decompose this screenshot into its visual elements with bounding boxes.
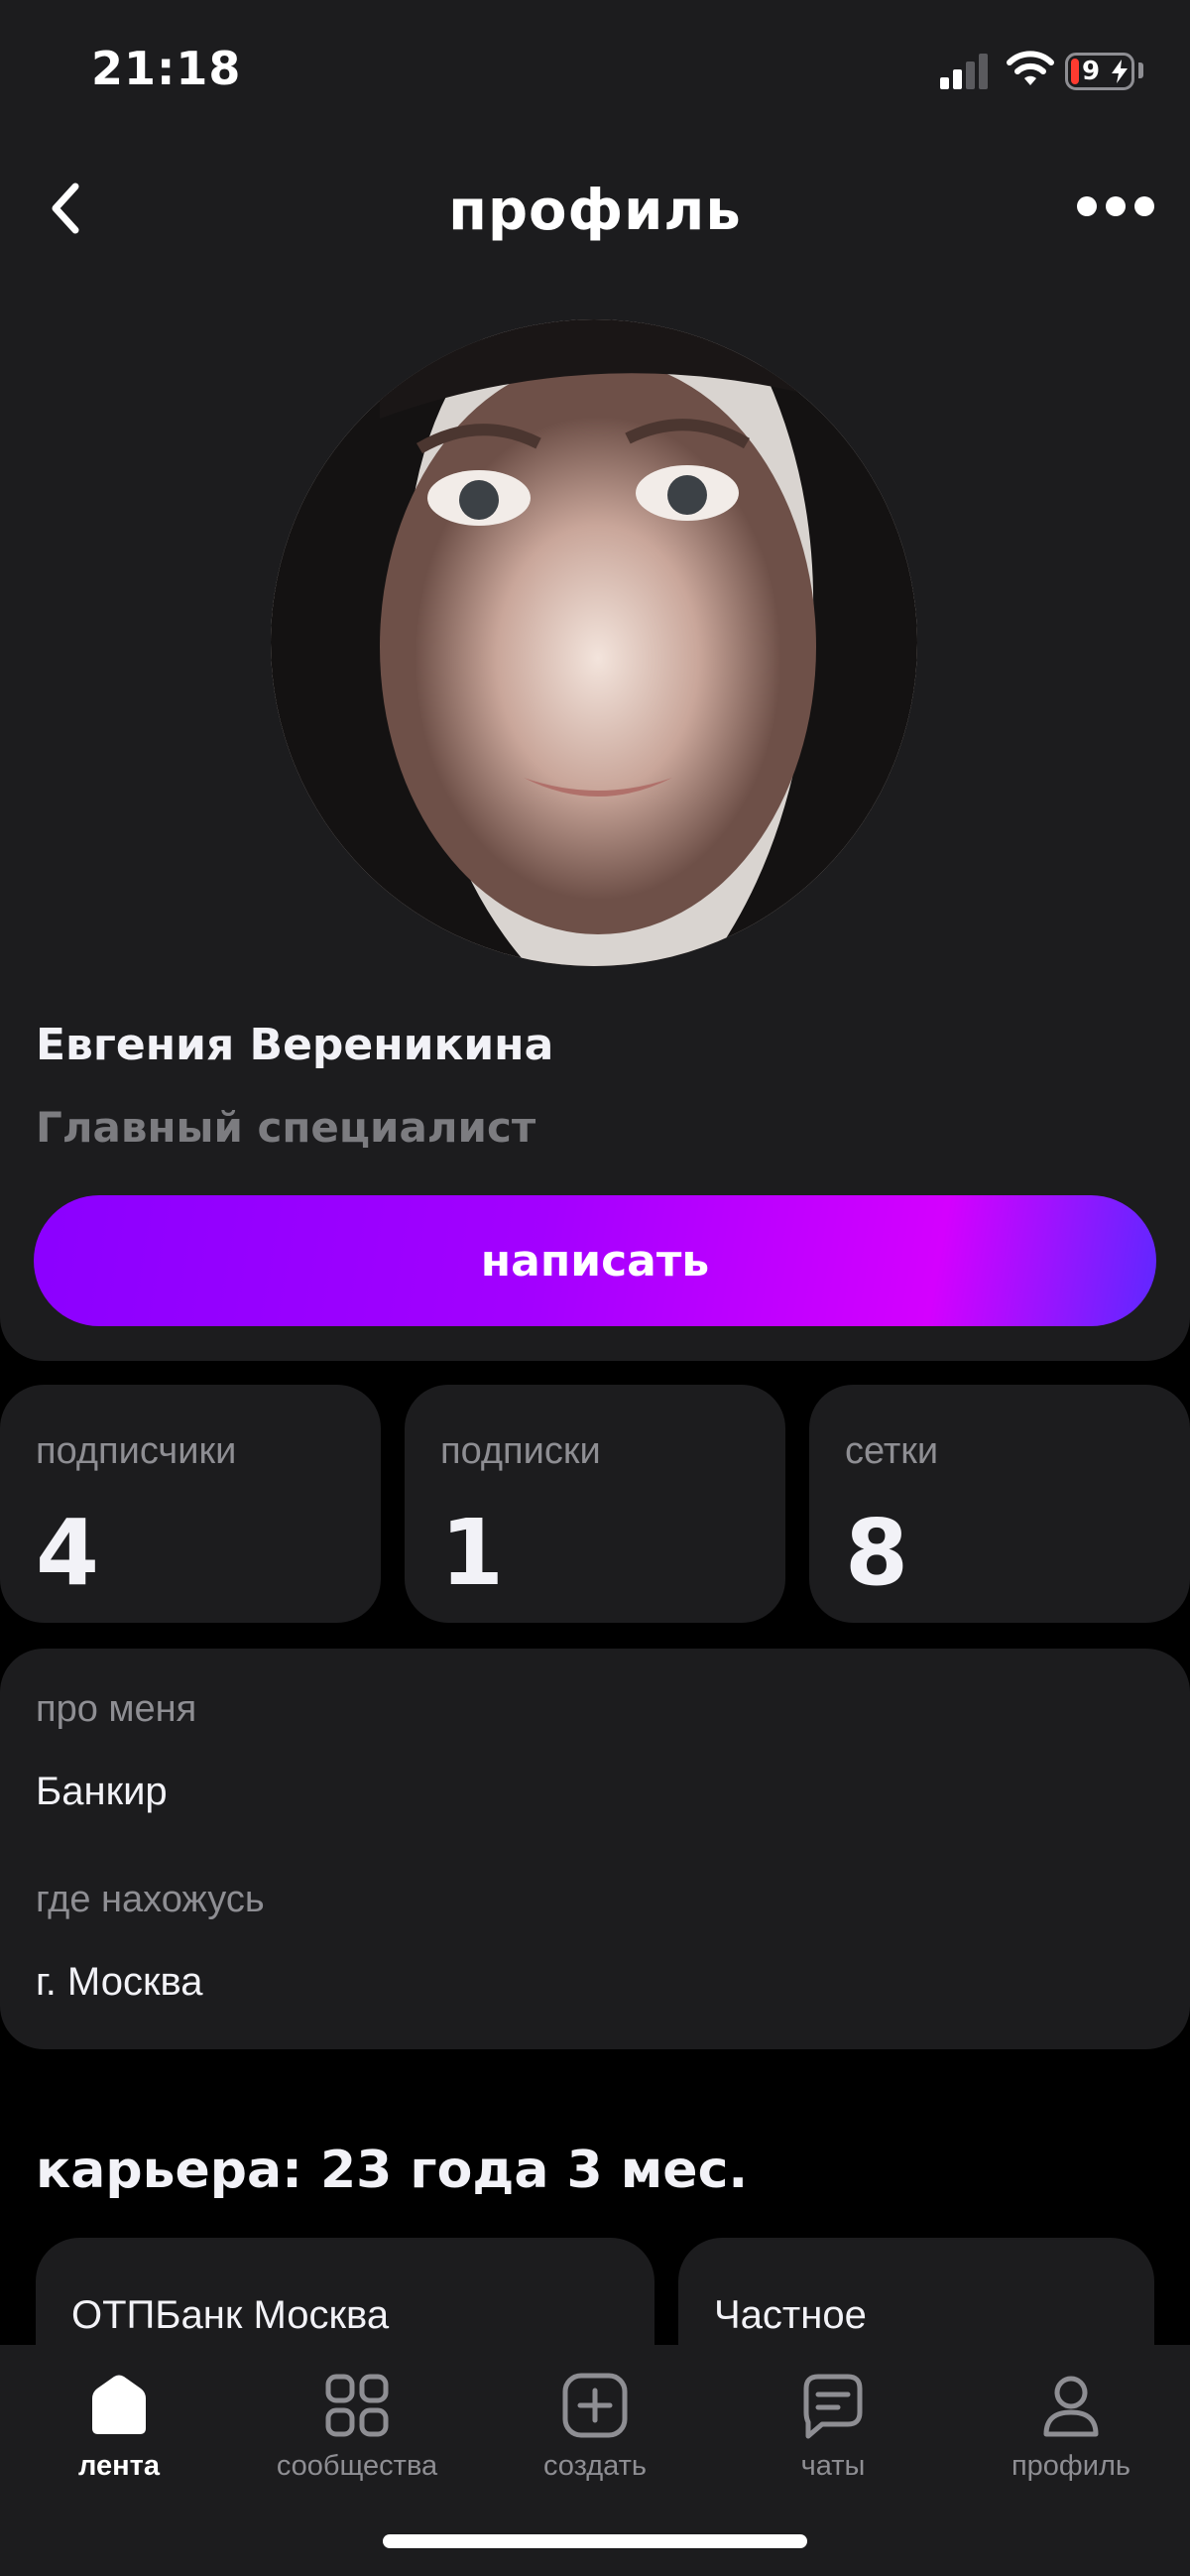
more-options-button[interactable] bbox=[1071, 186, 1160, 226]
stat-label: сетки bbox=[845, 1430, 939, 1472]
career-item-label: ОТПБанк Москва bbox=[71, 2293, 390, 2337]
stat-label: подписки bbox=[440, 1430, 601, 1472]
status-bar: 21:18 9 bbox=[0, 0, 1190, 139]
stat-value: 8 bbox=[845, 1500, 909, 1606]
write-message-button[interactable]: написать bbox=[34, 1195, 1156, 1326]
page-title: профиль bbox=[448, 179, 742, 243]
location-label: где нахожусь bbox=[36, 1879, 265, 1920]
location-value: г. Москва bbox=[36, 1960, 203, 2004]
tab-label: профиль bbox=[1011, 2450, 1131, 2482]
cellular-signal-icon bbox=[940, 54, 988, 89]
stat-value: 1 bbox=[440, 1500, 505, 1606]
networks-card[interactable]: сетки 8 bbox=[809, 1385, 1190, 1623]
stat-label: подписчики bbox=[36, 1430, 237, 1472]
tab-create[interactable]: создать bbox=[476, 2371, 714, 2510]
dot-icon bbox=[1106, 196, 1126, 216]
profile-job-title: Главный специалист bbox=[36, 1103, 536, 1152]
dot-icon bbox=[1077, 196, 1097, 216]
home-indicator[interactable] bbox=[383, 2534, 807, 2548]
about-card: про меня Банкир где нахожусь г. Москва bbox=[0, 1649, 1190, 2049]
tab-profile[interactable]: профиль bbox=[952, 2371, 1190, 2510]
avatar-photo bbox=[271, 319, 917, 966]
battery-icon: 9 bbox=[1065, 53, 1134, 90]
stat-value: 4 bbox=[36, 1500, 100, 1606]
tab-label: сообщества bbox=[276, 2450, 438, 2482]
followers-card[interactable]: подписчики 4 bbox=[0, 1385, 381, 1623]
battery-cap bbox=[1138, 62, 1143, 78]
dot-icon bbox=[1134, 196, 1154, 216]
subscriptions-card[interactable]: подписки 1 bbox=[405, 1385, 785, 1623]
status-time: 21:18 bbox=[91, 42, 242, 95]
tab-label: создать bbox=[542, 2450, 648, 2482]
about-value: Банкир bbox=[36, 1770, 168, 1813]
home-icon bbox=[92, 2375, 146, 2434]
tab-feed[interactable]: лента bbox=[0, 2371, 238, 2510]
wifi-icon bbox=[1007, 51, 1054, 85]
about-label: про меня bbox=[36, 1688, 197, 1730]
plus-square-icon bbox=[562, 2373, 628, 2438]
avatar[interactable] bbox=[271, 319, 917, 966]
tab-chats[interactable]: чаты bbox=[714, 2371, 952, 2510]
charging-bolt-icon bbox=[1112, 60, 1128, 83]
top-nav-bar: профиль bbox=[0, 159, 1190, 258]
chat-icon bbox=[803, 2374, 863, 2439]
grid-icon bbox=[325, 2374, 389, 2437]
tab-label: чаты bbox=[800, 2450, 866, 2482]
career-title: карьера: 23 года 3 мес. bbox=[36, 2141, 749, 2200]
tab-communities[interactable]: сообщества bbox=[238, 2371, 476, 2510]
career-item-label: Частное bbox=[714, 2293, 867, 2337]
profile-name: Евгения Вереникина bbox=[36, 1020, 554, 1070]
person-icon bbox=[1043, 2376, 1099, 2437]
battery-level: 9 bbox=[1082, 57, 1101, 86]
tab-label: лента bbox=[77, 2450, 160, 2482]
